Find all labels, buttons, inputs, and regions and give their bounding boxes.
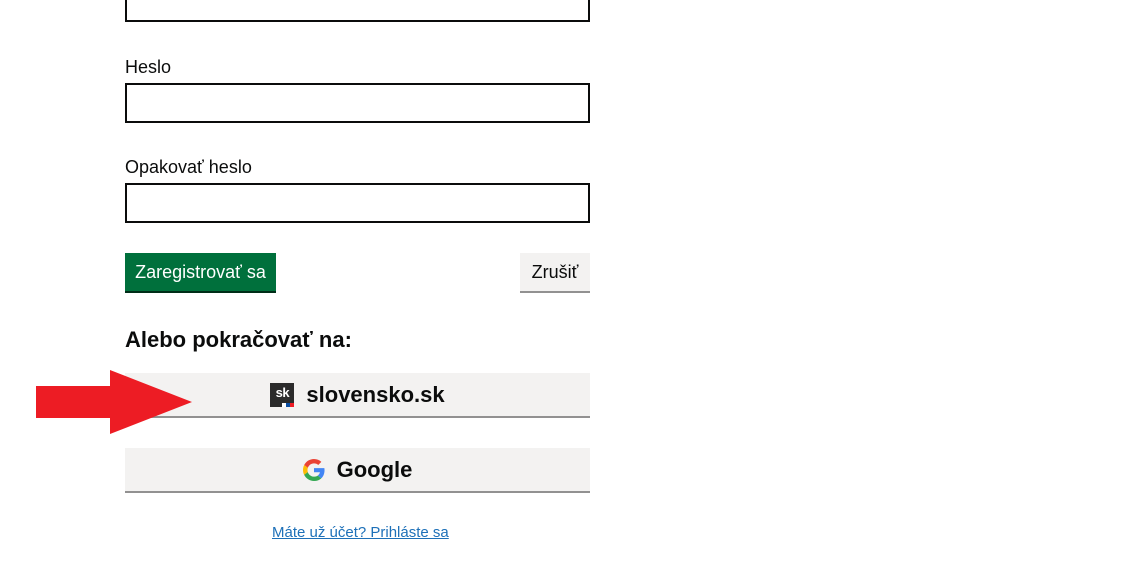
red-arrow-icon — [36, 370, 192, 434]
login-link[interactable]: Máte už účet? Prihláste sa — [272, 524, 449, 541]
slovensko-sk-button[interactable]: sk slovensko.sk — [125, 373, 590, 418]
google-g-icon — [302, 458, 325, 481]
registration-page: Heslo Opakovať heslo Zaregistrovať sa Zr… — [0, 0, 1142, 572]
google-label: Google — [336, 456, 413, 482]
repeat-password-label: Opakovať heslo — [125, 157, 252, 177]
alternatives-heading: Alebo pokračovať na: — [125, 327, 352, 352]
email-field[interactable] — [125, 0, 590, 22]
password-field[interactable] — [125, 83, 590, 123]
cancel-button[interactable]: Zrušiť — [520, 253, 590, 293]
google-button[interactable]: Google — [125, 448, 590, 493]
repeat-password-field[interactable] — [125, 183, 590, 223]
slovensko-sk-label: slovensko.sk — [306, 381, 445, 407]
slovensko-sk-logo-icon: sk — [270, 382, 295, 407]
register-button[interactable]: Zaregistrovať sa — [125, 253, 276, 293]
password-label: Heslo — [125, 57, 172, 77]
